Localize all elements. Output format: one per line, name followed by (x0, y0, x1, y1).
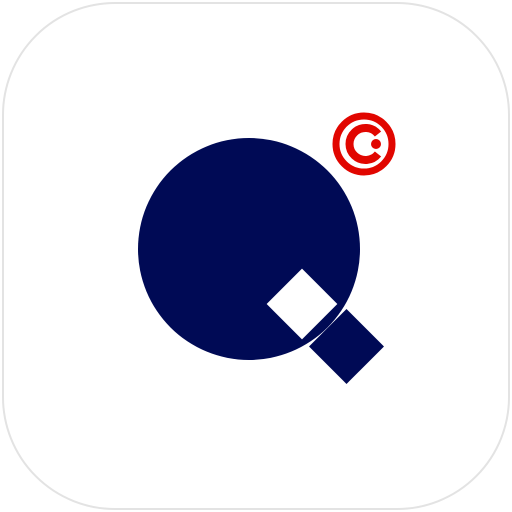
badge-center-dot (371, 139, 381, 149)
q-logo-circle (138, 138, 360, 360)
app-icon[interactable] (0, 0, 512, 512)
app-icon-graphic (2, 2, 510, 510)
